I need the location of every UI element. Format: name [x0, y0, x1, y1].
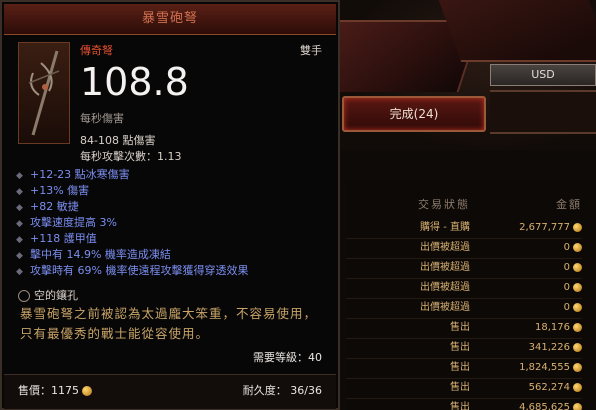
item-rarity: 傳奇弩 [80, 44, 113, 57]
crossbow-icon [18, 42, 70, 144]
row-status: 購得 - 直購 [420, 222, 470, 233]
bullet-icon: ◆ [16, 251, 23, 261]
empty-socket: 空的鑲孔 [18, 287, 78, 303]
row-status: 售出 [450, 402, 470, 410]
column-amount-header: 金額 [556, 198, 582, 211]
auction-row[interactable]: 售出 341,226 [346, 338, 582, 359]
tab-complete[interactable]: 完成(24) [342, 96, 486, 132]
row-amount: 562,274 [528, 382, 570, 393]
row-amount: 0 [563, 262, 570, 273]
bullet-icon: ◆ [16, 171, 23, 181]
row-amount: 18,176 [535, 322, 570, 333]
row-amount: 0 [563, 242, 570, 253]
row-status: 出價被超過 [420, 262, 470, 273]
auction-row[interactable]: 售出 1,824,555 [346, 358, 582, 379]
row-amount: 0 [563, 282, 570, 293]
affix-line: ◆ +118 護甲值 [16, 232, 97, 245]
auction-row[interactable]: 購得 - 直購 2,677,777 [346, 218, 582, 239]
affix-line: ◆ +82 敏捷 [16, 200, 79, 213]
currency-selector[interactable]: USD [490, 64, 596, 86]
durability: 耐久度： 36/36 [242, 384, 322, 397]
affix-line: ◆ 攻擊速度提高 3% [16, 216, 117, 229]
bullet-icon: ◆ [16, 203, 23, 213]
gold-coin-icon [573, 303, 582, 312]
row-status: 售出 [450, 322, 470, 333]
row-amount: 341,226 [528, 342, 570, 353]
auction-row[interactable]: 售出 18,176 [346, 318, 582, 339]
bullet-icon: ◆ [16, 187, 23, 197]
game-scene: USD 完成(24) 交易狀態 金額 購得 - 直購 2,677,777 出價被超過… [0, 0, 596, 410]
row-amount: 4,685,625 [519, 402, 570, 410]
bullet-icon: ◆ [16, 235, 23, 245]
auction-row[interactable]: 出價被超過 0 [346, 278, 582, 299]
frame-right [490, 90, 596, 134]
auction-row[interactable]: 出價被超過 0 [346, 258, 582, 279]
auction-row[interactable]: 售出 4,685,625 [346, 398, 582, 410]
row-status: 售出 [450, 362, 470, 373]
auction-row[interactable]: 售出 562,274 [346, 378, 582, 399]
gold-coin-icon [573, 223, 582, 232]
row-amount: 1,824,555 [519, 362, 570, 373]
gold-coin-icon [573, 363, 582, 372]
damage-range: 84-108 點傷害 [80, 134, 156, 147]
row-status: 出價被超過 [420, 302, 470, 313]
row-status: 出價被超過 [420, 242, 470, 253]
item-name: 暴雪砲弩 [4, 4, 336, 35]
bullet-icon: ◆ [16, 267, 23, 277]
affix-line: ◆ +13% 傷害 [16, 184, 90, 197]
row-amount: 2,677,777 [519, 222, 570, 233]
gold-coin-icon [82, 386, 92, 396]
flavor-text: 暴雪砲弩之前被認為太過龐大笨重，不容易使用，只有最優秀的戰士能從容使用。 [20, 306, 318, 341]
bullet-icon: ◆ [16, 219, 23, 229]
dps-value: 108.8 [80, 60, 189, 104]
sell-price: 售價：1175 [18, 382, 92, 398]
gold-coin-icon [573, 243, 582, 252]
ornate-frame-top [438, 0, 596, 62]
affix-line: ◆ +12-23 點冰寒傷害 [16, 168, 130, 181]
dps-label: 每秒傷害 [80, 112, 124, 125]
item-tooltip: 暴雪砲弩 傳奇弩 雙手 108.8 每秒傷害 84-108 點傷害 每秒攻擊次數… [0, 0, 340, 410]
row-amount: 0 [563, 302, 570, 313]
affix-line: ◆ 攻擊時有 69% 機率使遠程攻擊獲得穿透效果 [16, 264, 249, 277]
affix-line: ◆ 擊中有 14.9% 機率造成凍結 [16, 248, 171, 261]
gold-coin-icon [573, 283, 582, 292]
socket-icon [18, 290, 30, 302]
required-level: 需要等級：40 [253, 351, 322, 364]
auction-row[interactable]: 出價被超過 0 [346, 298, 582, 319]
auction-row[interactable]: 出價被超過 0 [346, 238, 582, 259]
gold-coin-icon [573, 403, 582, 410]
gold-coin-icon [573, 263, 582, 272]
gold-coin-icon [573, 343, 582, 352]
gold-coin-icon [573, 383, 582, 392]
item-handedness: 雙手 [300, 44, 322, 57]
attack-speed: 每秒攻擊次數：1.13 [80, 150, 182, 163]
column-status-header: 交易狀態 [418, 198, 470, 211]
row-status: 售出 [450, 382, 470, 393]
row-status: 出價被超過 [420, 282, 470, 293]
gold-coin-icon [573, 323, 582, 332]
row-status: 售出 [450, 342, 470, 353]
